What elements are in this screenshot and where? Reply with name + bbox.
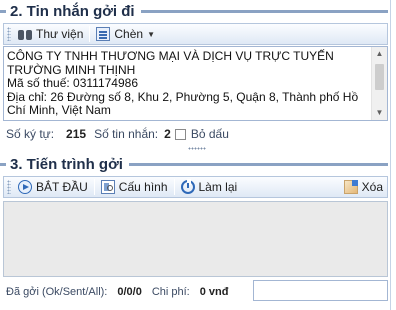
toolbar-separator	[93, 179, 95, 195]
process-toolbar: BẮT ĐẦU Cấu hình Làm lại Xóa	[3, 176, 388, 198]
play-icon	[18, 180, 32, 194]
compose-toolbar: Thư viện Chèn ▼	[3, 23, 388, 45]
no-accent-label[interactable]: Bỏ dấu	[191, 127, 229, 141]
header-rule-right	[128, 162, 388, 166]
toolbar-separator	[89, 26, 91, 42]
toolbar-grip[interactable]	[7, 27, 11, 41]
chevron-down-icon: ▼	[147, 29, 155, 39]
char-count-value: 215	[66, 127, 87, 141]
message-scrollbar[interactable]: ▲ ▼	[371, 47, 387, 120]
message-text: CÔNG TY TNHH THƯƠNG MẠI VÀ DỊCH VỤ TRỰC …	[7, 49, 359, 117]
scroll-down-icon[interactable]: ▼	[372, 106, 387, 120]
reload-icon	[180, 179, 195, 194]
message-info-row: Số ký tự: 215 Số tin nhắn: 2 Bỏ dấu	[6, 127, 229, 141]
library-button-label: Thư viện	[36, 27, 84, 41]
splitter-handle[interactable]	[188, 147, 206, 150]
config-button-label: Cấu hình	[118, 180, 168, 194]
library-button[interactable]: Thư viện	[14, 24, 87, 44]
sent-value: 0/0/0	[117, 286, 142, 298]
toolbar-separator	[173, 179, 175, 195]
binoculars-icon	[18, 27, 32, 41]
compose-section-title: 2. Tin nhắn gởi đi	[10, 2, 135, 20]
char-count-label: Số ký tự:	[6, 127, 55, 141]
send-status-row: Đã gởi (Ok/Sent/All): 0/0/0 Chi phí: 0 v…	[6, 285, 238, 299]
status-field[interactable]	[253, 280, 388, 301]
header-rule-left	[0, 162, 6, 166]
sent-label: Đã gởi (Ok/Sent/All):	[6, 286, 108, 298]
toolbar-grip[interactable]	[7, 180, 11, 194]
clear-button-label: Xóa	[361, 180, 383, 194]
config-button[interactable]: Cấu hình	[97, 177, 172, 197]
msg-count-label: Số tin nhắn:	[94, 127, 159, 141]
clear-button[interactable]: Xóa	[340, 177, 387, 197]
clear-icon	[343, 180, 358, 194]
message-textarea[interactable]: CÔNG TY TNHH THƯƠNG MẠI VÀ DỊCH VỤ TRỰC …	[3, 46, 388, 121]
cost-label: Chi phí:	[151, 286, 190, 298]
sms-panel: 2. Tin nhắn gởi đi Thư viện Chèn ▼ CÔNG …	[0, 0, 391, 310]
reset-button-label: Làm lại	[198, 180, 238, 194]
process-section-title: 3. Tiến trình gởi	[10, 155, 123, 173]
scroll-thumb[interactable]	[375, 64, 384, 90]
process-log-area[interactable]	[3, 201, 388, 277]
reset-button[interactable]: Làm lại	[177, 177, 242, 197]
start-button-label: BẮT ĐẦU	[36, 180, 88, 194]
insert-dropdown-button[interactable]: Chèn ▼	[92, 24, 159, 44]
msg-count-value: 2	[164, 127, 171, 141]
no-accent-checkbox[interactable]	[174, 128, 186, 140]
scroll-up-icon[interactable]: ▲	[372, 47, 387, 61]
config-icon	[100, 180, 115, 194]
header-rule-right	[140, 9, 388, 13]
cost-value: 0 vnđ	[199, 286, 229, 298]
insert-icon	[96, 27, 111, 41]
header-rule-left	[0, 9, 6, 13]
insert-button-label: Chèn	[114, 27, 144, 41]
start-button[interactable]: BẮT ĐẦU	[14, 177, 92, 197]
process-section-header: 3. Tiến trình gởi	[0, 154, 391, 174]
compose-section-header: 2. Tin nhắn gởi đi	[0, 1, 391, 21]
